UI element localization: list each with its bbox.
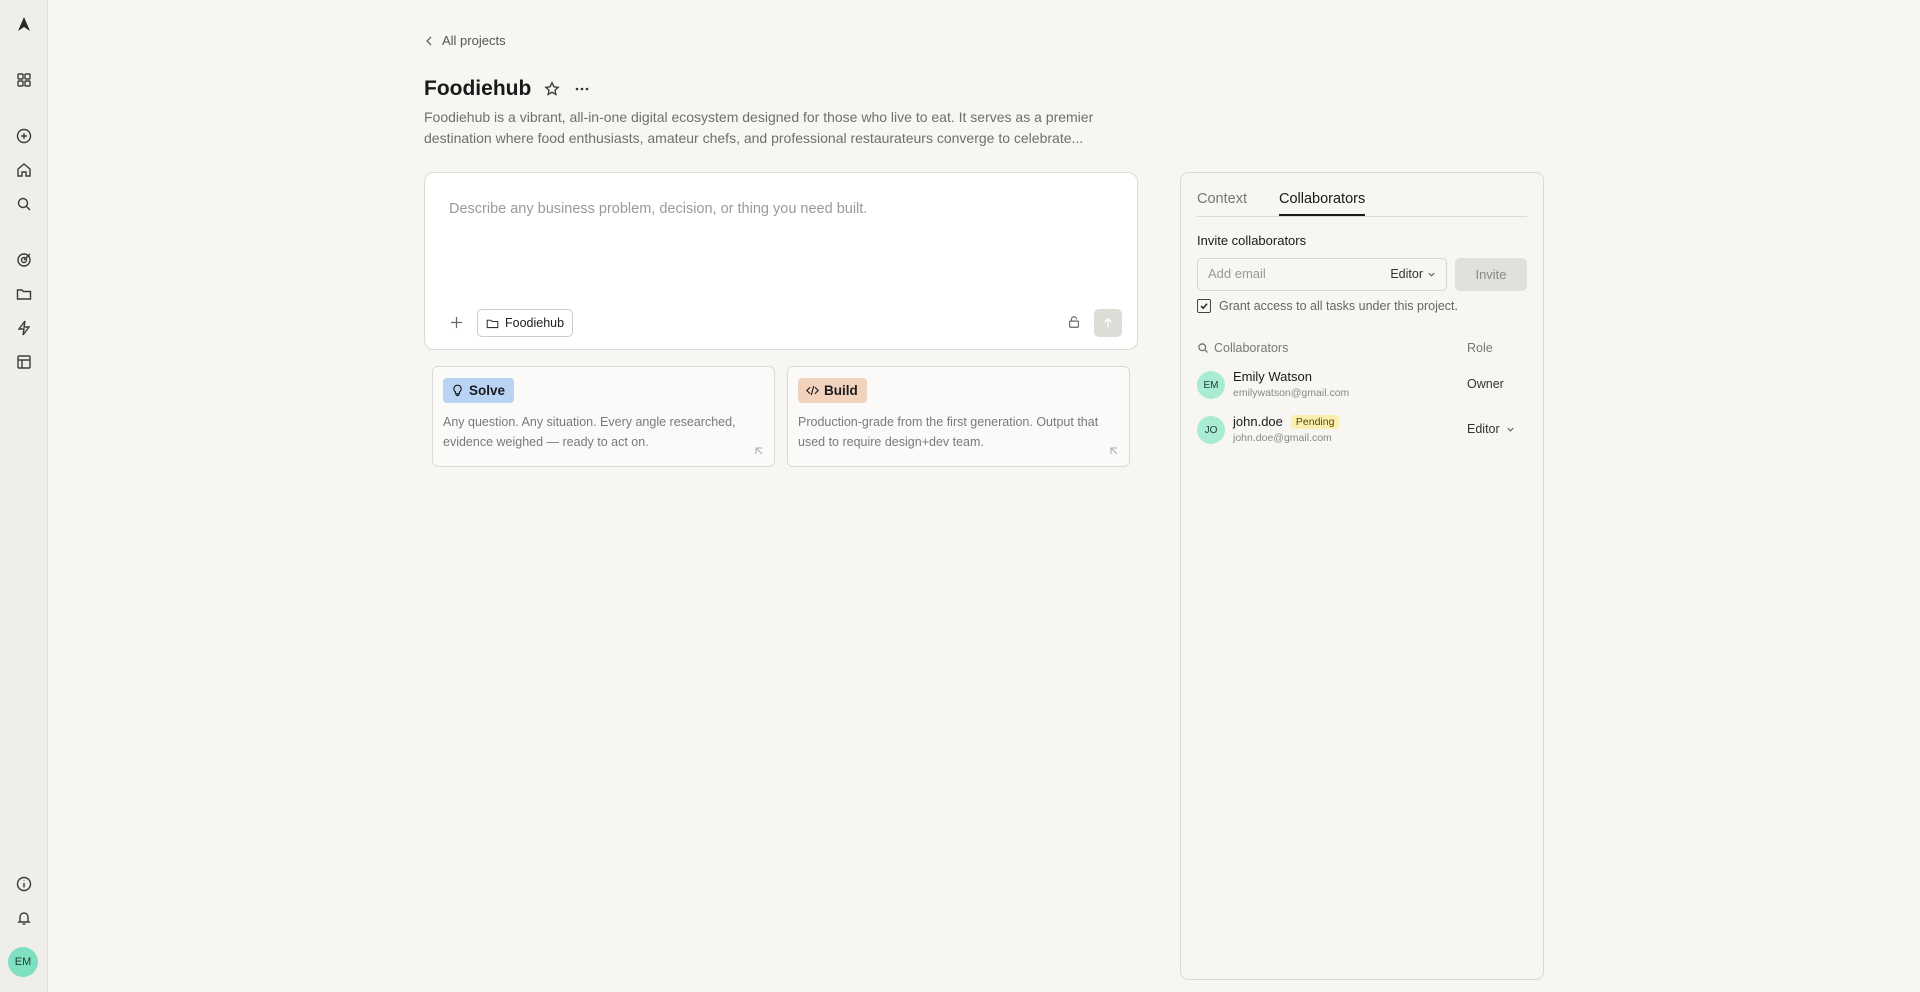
avatar: JO [1197,416,1225,444]
collaborator-name: Emily Watson [1233,369,1312,384]
email-field-wrapper: Editor [1197,258,1447,291]
prompt-box: Foodiehub [424,172,1138,350]
collaborator-role-text: Editor [1467,422,1500,436]
plus-icon [450,316,462,328]
send-button[interactable] [1094,309,1122,337]
grant-access-checkbox[interactable] [1197,299,1211,313]
more-options-icon[interactable] [573,80,591,98]
grant-access-label: Grant access to all tasks under this pro… [1219,299,1458,313]
info-icon[interactable] [14,874,34,894]
tab-context[interactable]: Context [1197,191,1247,216]
search-icon[interactable] [1197,342,1209,354]
search-icon[interactable] [14,194,34,214]
collaborator-name-text: john.doe [1233,414,1283,429]
folder-icon [486,319,499,328]
check-icon [1200,303,1208,310]
folder-icon[interactable] [14,284,34,304]
arrow-up-left-icon [755,447,763,455]
new-task-icon[interactable] [14,126,34,146]
invite-heading: Invite collaborators [1197,233,1307,248]
lock-icon [1069,316,1079,328]
panel-tabs: Context Collaborators [1197,191,1527,217]
invite-button[interactable]: Invite [1455,258,1527,291]
back-to-projects-link[interactable]: All projects [424,33,506,48]
home-icon[interactable] [14,160,34,180]
back-link-label: All projects [442,33,506,48]
chevron-down-icon [1507,427,1514,432]
collaborators-header-label: Collaborators [1214,341,1289,355]
lightbulb-icon [453,384,462,396]
email-field[interactable] [1208,266,1368,281]
collaborator-role: Owner [1467,377,1504,391]
star-icon[interactable] [543,80,561,98]
solve-card[interactable]: Solve Any question. Any situation. Every… [432,366,775,467]
collaborator-email: emilywatson@gmail.com [1233,387,1350,399]
arrow-up-icon [1104,317,1112,328]
layout-icon[interactable] [14,352,34,372]
user-avatar[interactable]: EM [8,947,38,977]
target-icon[interactable] [14,250,34,270]
collaborator-role-text: Owner [1467,377,1504,391]
collaborators-panel: Context Collaborators Invite collaborato… [1180,172,1544,980]
chevron-down-icon [1428,272,1435,277]
collaborator-name: john.doe Pending [1233,414,1340,429]
solve-label: Solve [469,383,506,398]
chevron-left-icon [426,36,432,45]
collaborator-row: JO john.doe Pending john.doe@gmail.com E… [1197,412,1527,448]
title-row: Foodiehub [424,77,591,101]
collaborators-list-header: Collaborators Role [1197,341,1527,355]
privacy-toggle-button[interactable] [1063,311,1085,333]
prompt-input[interactable] [449,201,1109,217]
tab-collaborators[interactable]: Collaborators [1278,191,1366,216]
build-card[interactable]: Build Production-grade from the first ge… [787,366,1130,467]
apps-grid-icon[interactable] [14,70,34,90]
pending-badge: Pending [1290,414,1340,429]
avatar: EM [1197,371,1225,399]
collaborator-email: john.doe@gmail.com [1233,432,1332,444]
logo-icon[interactable] [14,14,34,34]
build-description: Production-grade from the first generati… [798,415,1099,449]
role-select[interactable]: Editor [1390,267,1436,281]
collaborator-name-text: Emily Watson [1233,369,1312,384]
project-chip-label: Foodiehub [505,316,565,330]
role-header-label: Role [1467,341,1493,355]
bell-icon[interactable] [14,908,34,928]
page-title: Foodiehub [424,77,532,100]
solve-description: Any question. Any situation. Every angle… [443,415,736,449]
code-icon [806,385,819,396]
project-description: Foodiehub is a vibrant, all-in-one digit… [424,109,1094,146]
sidebar: EM [0,0,48,992]
collaborator-role-select[interactable]: Editor [1467,422,1515,436]
solve-badge: Solve [443,378,515,403]
add-attachment-button[interactable] [445,311,467,333]
grant-access-row: Grant access to all tasks under this pro… [1197,299,1458,313]
project-chip[interactable]: Foodiehub [477,309,574,337]
role-select-value: Editor [1390,267,1423,281]
build-badge: Build [798,378,867,403]
lightning-icon[interactable] [14,318,34,338]
build-label: Build [824,383,858,398]
arrow-up-left-icon [1110,447,1118,455]
collaborator-row: EM Emily Watson emilywatson@gmail.com Ow… [1197,367,1527,403]
